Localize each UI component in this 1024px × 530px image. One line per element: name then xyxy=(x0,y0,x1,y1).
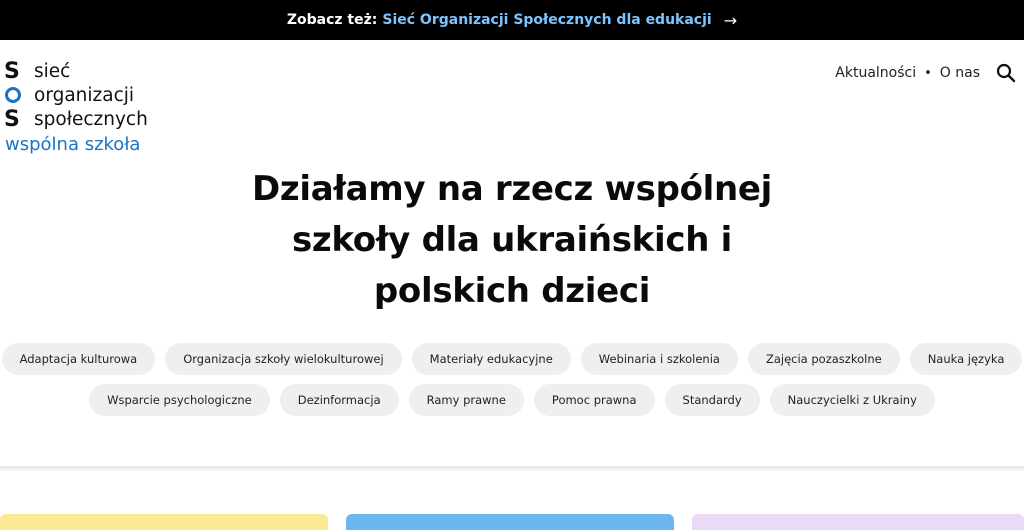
feature-card-1[interactable] xyxy=(0,514,328,530)
announcement-prefix: Zobacz też: xyxy=(286,12,378,28)
tag-dezinformacja[interactable]: Dezinformacja xyxy=(279,384,399,416)
logo-word-1: sieć xyxy=(34,61,71,82)
logo-letter-s-bottom: S xyxy=(4,107,20,132)
search-icon[interactable] xyxy=(996,63,1016,83)
tag-nauczycielki-z-ukrainy[interactable]: Nauczycielki z Ukrainy xyxy=(769,384,935,416)
nav-item-aktualnosci[interactable]: Aktualności xyxy=(835,65,916,81)
site-logo[interactable]: S S sieć organizacji społecznych wspólna… xyxy=(2,60,172,158)
feature-card-3[interactable] xyxy=(692,514,1024,530)
main-nav: Aktualności • O nas xyxy=(835,62,1016,84)
announcement-link[interactable]: Sieć Organizacji Społecznych dla edukacj… xyxy=(382,12,711,28)
arrow-right-icon[interactable]: → xyxy=(724,11,737,30)
tag-adaptacja-kulturowa[interactable]: Adaptacja kulturowa xyxy=(1,343,156,375)
tag-standardy[interactable]: Standardy xyxy=(664,384,760,416)
tag-list-row-1: Adaptacja kulturowa Organizacja szkoły w… xyxy=(0,343,1024,375)
hero-line-2: szkoły dla ukraińskich i xyxy=(291,220,732,260)
feature-card-2[interactable] xyxy=(346,514,674,530)
tag-nauka-jezyka[interactable]: Nauka języka xyxy=(909,343,1023,375)
tag-zajecia-pozaszkolne[interactable]: Zajęcia pozaszkolne xyxy=(747,343,900,375)
announcement-bar: Zobacz też: Sieć Organizacji Społecznych… xyxy=(0,0,1024,40)
nav-item-o-nas[interactable]: O nas xyxy=(940,65,980,81)
tag-list-row-2: Wsparcie psychologiczne Dezinformacja Ra… xyxy=(0,384,1024,416)
hero-line-1: Działamy na rzecz wspólnej xyxy=(251,169,773,209)
tag-webinaria[interactable]: Webinaria i szkolenia xyxy=(580,343,738,375)
tag-ramy-prawne[interactable]: Ramy prawne xyxy=(408,384,524,416)
logo-ring-icon xyxy=(5,87,21,103)
tag-pomoc-prawna[interactable]: Pomoc prawna xyxy=(533,384,655,416)
tag-wsparcie-psychologiczne[interactable]: Wsparcie psychologiczne xyxy=(89,384,270,416)
nav-separator: • xyxy=(924,65,932,81)
section-divider xyxy=(0,466,1024,472)
logo-subtitle: wspólna szkoła xyxy=(5,134,141,155)
logo-word-3: społecznych xyxy=(34,109,148,130)
logo-word-2: organizacji xyxy=(34,85,135,106)
hero-line-3: polskich dzieci xyxy=(373,271,651,311)
logo-letter-s-top: S xyxy=(4,59,20,84)
hero-heading: Działamy na rzecz wspólnej szkoły dla uk… xyxy=(212,164,812,317)
tag-materialy-edukacyjne[interactable]: Materiały edukacyjne xyxy=(411,343,571,375)
tag-organizacja-szkoly[interactable]: Organizacja szkoły wielokulturowej xyxy=(165,343,402,375)
